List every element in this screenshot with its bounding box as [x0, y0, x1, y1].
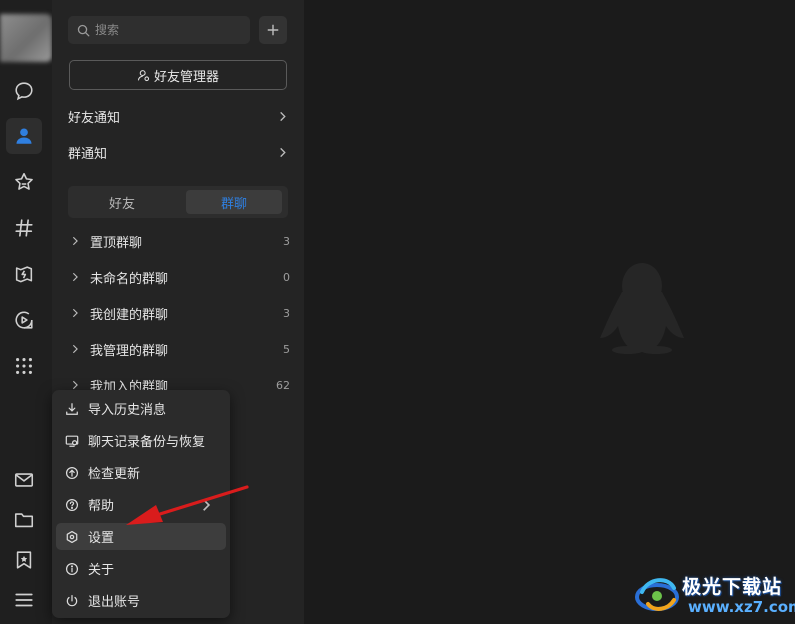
- menu-item-import-history[interactable]: 导入历史消息: [56, 395, 226, 422]
- menu-item-label: 退出账号: [88, 595, 141, 610]
- search-input[interactable]: [95, 23, 235, 37]
- game-icon[interactable]: [6, 256, 42, 292]
- menu-item-label: 检查更新: [88, 467, 141, 482]
- menu-item-help[interactable]: 帮助: [56, 491, 226, 518]
- menu-item-backup-restore[interactable]: 聊天记录备份与恢复: [56, 427, 226, 454]
- help-icon: [65, 498, 79, 511]
- power-icon: [66, 594, 78, 606]
- video-icon[interactable]: [6, 302, 42, 338]
- group-category-count: 0: [283, 270, 290, 284]
- bookmark-icon[interactable]: [6, 542, 42, 578]
- friend-notice-item[interactable]: 好友通知: [68, 103, 288, 129]
- group-category-pinned[interactable]: 置顶群聊 3: [68, 229, 290, 253]
- settings-icon: [66, 530, 78, 543]
- menu-item-settings[interactable]: 设置: [56, 523, 226, 550]
- grid-icon[interactable]: [6, 348, 42, 384]
- watermark-logo-icon: [635, 578, 679, 611]
- chevron-right-icon: [68, 380, 82, 390]
- message-icon[interactable]: [6, 73, 42, 109]
- friend-manager-button[interactable]: 好友管理器: [69, 60, 287, 90]
- menu-item-label: 聊天记录备份与恢复: [88, 435, 206, 450]
- menu-item-label: 帮助: [88, 499, 115, 514]
- group-category-label: 我管理的群聊: [90, 343, 169, 359]
- group-category-label: 我创建的群聊: [90, 307, 169, 323]
- chevron-right-icon: [68, 272, 82, 282]
- hamburger-menu-icon[interactable]: [6, 582, 42, 618]
- penguin-placeholder-icon: [600, 263, 684, 354]
- chevron-right-icon: [280, 147, 286, 157]
- friend-manager-label: 好友管理器: [153, 69, 219, 85]
- menu-item-label: 设置: [88, 531, 115, 546]
- group-category-count: 5: [283, 342, 290, 356]
- main-popup-menu: 导入历史消息 聊天记录备份与恢复 检查更新 帮助 设置 关于 退出账号: [52, 390, 230, 618]
- menu-item-check-update[interactable]: 检查更新: [56, 459, 226, 486]
- chevron-right-icon: [280, 111, 286, 121]
- star-icon[interactable]: [6, 164, 42, 200]
- user-settings-icon: [137, 69, 150, 81]
- hash-icon[interactable]: [6, 210, 42, 246]
- group-category-count: 3: [283, 306, 290, 320]
- update-icon: [65, 466, 79, 479]
- chevron-right-icon: [68, 236, 82, 246]
- download-icon: [66, 402, 78, 415]
- chevron-right-icon: [190, 498, 222, 512]
- chevron-right-icon: [68, 308, 82, 318]
- group-notice-item[interactable]: 群通知: [68, 139, 288, 165]
- search-box[interactable]: [68, 16, 250, 44]
- menu-item-label: 导入历史消息: [88, 403, 167, 418]
- watermark-url: www.xz7.com: [688, 598, 795, 616]
- group-category-label: 未命名的群聊: [90, 271, 169, 287]
- tab-groups[interactable]: 群聊: [186, 190, 282, 214]
- group-category-count: 62: [276, 378, 290, 392]
- group-notice-label: 群通知: [68, 146, 108, 162]
- group-category-count: 3: [283, 234, 290, 248]
- contacts-icon[interactable]: [6, 118, 42, 154]
- add-button[interactable]: [259, 16, 287, 44]
- group-category-created[interactable]: 我创建的群聊 3: [68, 301, 290, 325]
- mail-icon[interactable]: [6, 462, 42, 498]
- info-icon: [65, 562, 79, 575]
- watermark-title: 极光下载站: [682, 576, 783, 598]
- nav-rail: [0, 0, 52, 624]
- group-category-label: 置顶群聊: [90, 235, 143, 251]
- folder-icon[interactable]: [6, 502, 42, 538]
- group-category-unnamed[interactable]: 未命名的群聊 0: [68, 265, 290, 289]
- group-category-managed[interactable]: 我管理的群聊 5: [68, 337, 290, 361]
- friend-notice-label: 好友通知: [68, 110, 121, 126]
- watermark: 极光下载站 www.xz7.com: [632, 568, 795, 620]
- chevron-right-icon: [68, 344, 82, 354]
- search-icon: [77, 24, 90, 36]
- tab-friends[interactable]: 好友: [74, 190, 170, 214]
- contact-type-tabs: 好友 群聊: [68, 186, 288, 218]
- chat-area: [304, 0, 795, 624]
- menu-item-about[interactable]: 关于: [56, 555, 226, 582]
- backup-icon: [65, 435, 79, 447]
- avatar[interactable]: [0, 14, 52, 62]
- plus-icon: [267, 24, 279, 36]
- menu-item-logout[interactable]: 退出账号: [56, 587, 226, 614]
- menu-item-label: 关于: [88, 563, 115, 578]
